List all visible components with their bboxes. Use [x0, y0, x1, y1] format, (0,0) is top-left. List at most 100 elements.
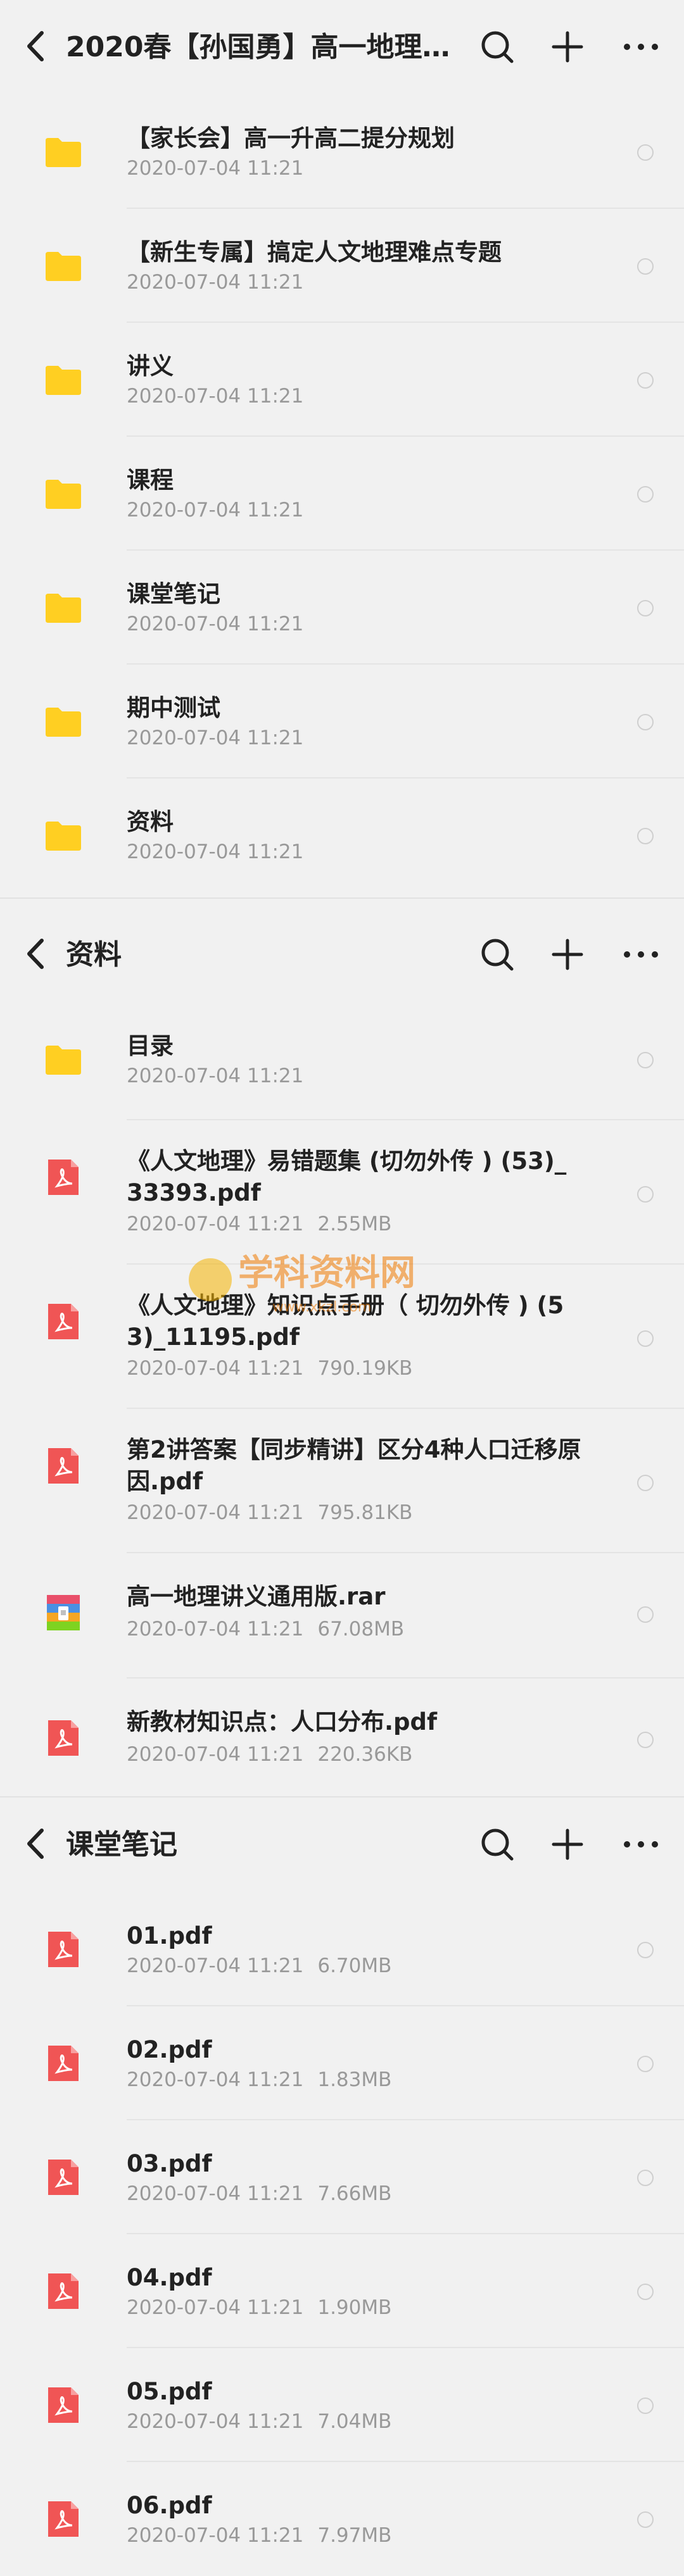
- file-size: 7.66MB: [317, 2182, 392, 2205]
- list-item[interactable]: 目录 2020-07-04 11:21: [0, 1003, 684, 1120]
- file-meta: 2020-07-04 11:21: [127, 497, 303, 523]
- radio-circle-icon[interactable]: [637, 1475, 654, 1491]
- file-meta: 2020-07-04 11:21 67.08MB: [127, 1616, 404, 1642]
- folder-icon: [43, 815, 84, 856]
- list-item[interactable]: 05.pdf 2020-07-04 11:21 7.04MB: [0, 2348, 684, 2462]
- radio-circle-icon[interactable]: [637, 2398, 654, 2414]
- radio-circle-icon[interactable]: [637, 258, 654, 275]
- plus-icon[interactable]: [547, 934, 588, 975]
- chevron-left-icon[interactable]: [16, 1823, 58, 1865]
- file-meta: 2020-07-04 11:21: [127, 839, 303, 865]
- file-meta: 2020-07-04 11:21 1.83MB: [127, 2067, 391, 2092]
- radio-circle-icon[interactable]: [637, 2056, 654, 2072]
- file-name: 03.pdf: [127, 2150, 212, 2177]
- file-date: 2020-07-04 11:21: [127, 1501, 304, 1524]
- pdf-file-icon: [43, 2499, 84, 2539]
- pdf-file-icon: [43, 1929, 84, 1970]
- radio-circle-icon[interactable]: [637, 2511, 654, 2528]
- archive-file-icon: [43, 1592, 84, 1633]
- list-item[interactable]: 【新生专属】搞定人文地理难点专题 2020-07-04 11:21: [0, 209, 684, 323]
- search-icon[interactable]: [477, 934, 517, 975]
- pdf-file-icon: [43, 2043, 84, 2084]
- radio-circle-icon[interactable]: [637, 1052, 654, 1068]
- list-item[interactable]: 高一地理讲义通用版.rar 2020-07-04 11:21 67.08MB: [0, 1553, 684, 1679]
- list-item[interactable]: 01.pdf 2020-07-04 11:21 6.70MB: [0, 1892, 684, 2006]
- more-dots-icon[interactable]: [621, 1824, 661, 1865]
- radio-circle-icon[interactable]: [637, 486, 654, 503]
- file-size: 1.90MB: [317, 2296, 392, 2319]
- page-title: 资料: [66, 939, 122, 971]
- file-meta: 2020-07-04 11:21: [127, 156, 303, 181]
- file-size: 220.36KB: [317, 1743, 413, 1766]
- radio-circle-icon[interactable]: [637, 828, 654, 844]
- chevron-left-icon[interactable]: [16, 25, 58, 67]
- file-size: 67.08MB: [317, 1618, 405, 1641]
- list-item[interactable]: 04.pdf 2020-07-04 11:21 1.90MB: [0, 2234, 684, 2348]
- file-meta: 2020-07-04 11:21: [127, 611, 303, 637]
- list-item[interactable]: 资料 2020-07-04 11:21: [0, 778, 684, 892]
- plus-icon[interactable]: [547, 27, 588, 67]
- radio-circle-icon[interactable]: [637, 1732, 654, 1748]
- file-date: 2020-07-04 11:21: [127, 1357, 304, 1380]
- pdf-file-icon: [43, 1718, 84, 1758]
- file-date: 2020-07-04 11:21: [127, 2182, 304, 2205]
- file-size: 6.70MB: [317, 1954, 392, 1977]
- file-size: 7.97MB: [317, 2524, 392, 2547]
- file-date: 2020-07-04 11:21: [127, 2068, 304, 2091]
- file-date: 2020-07-04 11:21: [127, 2524, 304, 2547]
- file-meta: 2020-07-04 11:21: [127, 384, 303, 409]
- file-meta: 2020-07-04 11:21 220.36KB: [127, 1742, 412, 1767]
- file-date: 2020-07-04 11:21: [127, 1954, 304, 1977]
- radio-circle-icon[interactable]: [637, 372, 654, 389]
- file-size: 1.83MB: [317, 2068, 392, 2091]
- page-title: 2020春【孙国勇】高一地理…: [66, 31, 450, 63]
- file-name: 01.pdf: [127, 1922, 212, 1949]
- radio-circle-icon[interactable]: [637, 1942, 654, 1958]
- list-item[interactable]: 02.pdf 2020-07-04 11:21 1.83MB: [0, 2006, 684, 2120]
- radio-circle-icon[interactable]: [637, 2284, 654, 2300]
- radio-circle-icon[interactable]: [637, 600, 654, 616]
- file-name: 讲义: [127, 353, 174, 380]
- file-meta: 2020-07-04 11:21: [127, 725, 303, 751]
- plus-icon[interactable]: [547, 1824, 588, 1865]
- radio-circle-icon[interactable]: [637, 1330, 654, 1347]
- search-icon[interactable]: [477, 1824, 517, 1865]
- list-item[interactable]: 期中测试 2020-07-04 11:21: [0, 665, 684, 778]
- list-item[interactable]: 讲义 2020-07-04 11:21: [0, 323, 684, 437]
- file-name: 06.pdf: [127, 2492, 212, 2519]
- list-item[interactable]: 06.pdf 2020-07-04 11:21 7.97MB: [0, 2462, 684, 2576]
- file-name: 目录: [127, 1032, 174, 1060]
- radio-circle-icon[interactable]: [637, 1186, 654, 1203]
- file-date: 2020-07-04 11:21: [127, 2410, 304, 2433]
- list-item[interactable]: 【家长会】高一升高二提分规划 2020-07-04 11:21: [0, 95, 684, 209]
- file-date: 2020-07-04 11:21: [127, 841, 304, 863]
- list-item[interactable]: 课堂笔记 2020-07-04 11:21: [0, 551, 684, 665]
- more-dots-icon[interactable]: [621, 27, 661, 67]
- file-size: 790.19KB: [317, 1357, 413, 1380]
- radio-circle-icon[interactable]: [637, 714, 654, 730]
- radio-circle-icon[interactable]: [637, 2170, 654, 2186]
- list-item[interactable]: 《人文地理》易错题集 (切勿外传 ) (53)_33393.pdf 2020-07…: [0, 1120, 684, 1265]
- list-item[interactable]: 《人文地理》知识点手册（ 切勿外传 ) (53)_11195.pdf 2020-0…: [0, 1265, 684, 1409]
- file-date: 2020-07-04 11:21: [127, 1618, 304, 1641]
- list-item[interactable]: 课程 2020-07-04 11:21: [0, 437, 684, 551]
- folder-icon: [43, 360, 84, 400]
- chevron-left-icon[interactable]: [16, 933, 58, 975]
- search-icon[interactable]: [477, 27, 517, 67]
- radio-circle-icon[interactable]: [637, 1606, 654, 1623]
- list-item[interactable]: 03.pdf 2020-07-04 11:21 7.66MB: [0, 2120, 684, 2234]
- folder-icon: [43, 701, 84, 742]
- folder-icon: [43, 1039, 84, 1080]
- header-panel-3: 课堂笔记: [0, 1798, 684, 1892]
- list-item[interactable]: 第2讲答案【同步精讲】区分4种人口迁移原因.pdf 2020-07-04 11:2…: [0, 1409, 684, 1553]
- list-item[interactable]: 新教材知识点：人口分布.pdf 2020-07-04 11:21 220.36KB: [0, 1679, 684, 1796]
- header-panel-1: 2020春【孙国勇】高一地理…: [0, 0, 684, 95]
- file-size: 7.04MB: [317, 2410, 392, 2433]
- file-name: 【新生专属】搞定人文地理难点专题: [127, 239, 502, 266]
- file-meta: 2020-07-04 11:21: [127, 270, 303, 295]
- more-dots-icon[interactable]: [621, 934, 661, 975]
- file-name: 05.pdf: [127, 2378, 212, 2405]
- radio-circle-icon[interactable]: [637, 144, 654, 161]
- file-meta: 2020-07-04 11:21 7.66MB: [127, 2181, 391, 2206]
- file-size: 795.81KB: [317, 1501, 413, 1524]
